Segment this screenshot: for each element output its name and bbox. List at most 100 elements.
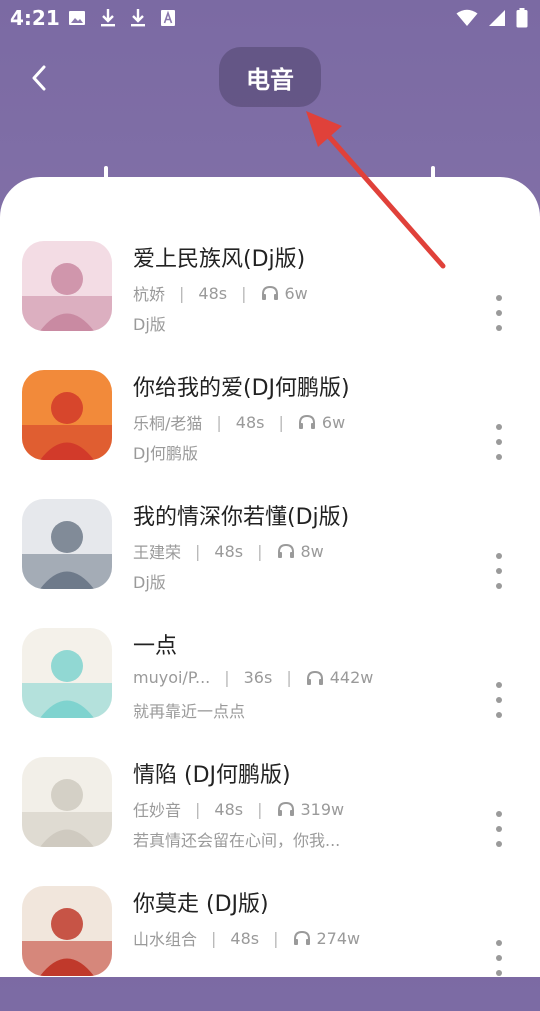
chevron-left-icon: [32, 65, 46, 91]
album-cover[interactable]: [22, 628, 112, 718]
dot: [496, 955, 502, 961]
song-title: 你给我的爱(DJ何鹏版): [133, 376, 350, 401]
dot: [496, 325, 502, 331]
song-duration: 48s: [235, 412, 265, 432]
song-subtitle: Dj版: [133, 573, 166, 592]
page-title: 电音: [219, 47, 321, 107]
song-duration: 36s: [243, 668, 273, 687]
song-item[interactable]: 你莫走 (DJ版) 山水组合 | 48s | 274w: [0, 882, 540, 1011]
dot: [496, 568, 502, 574]
battery-icon: [516, 8, 528, 28]
more-options-button[interactable]: [489, 553, 509, 589]
header: 电音: [0, 38, 540, 118]
album-cover[interactable]: [22, 757, 112, 847]
song-item[interactable]: 你给我的爱(DJ何鹏版) 乐桐/老猫 | 48s | 6w DJ何鹏版: [0, 366, 540, 495]
dot: [496, 454, 502, 460]
song-duration: 48s: [214, 799, 244, 819]
dot: [496, 439, 502, 445]
headphones-icon: [298, 414, 316, 430]
song-title: 你莫走 (DJ版): [133, 892, 269, 917]
meta-separator: |: [241, 283, 247, 303]
dot: [496, 583, 502, 589]
font-a-icon: [161, 10, 175, 26]
song-meta: muyoi/P... | 36s | 442w: [133, 668, 373, 687]
song-artist: 任妙音: [133, 801, 182, 820]
dot: [496, 712, 502, 718]
headphones-icon: [277, 801, 295, 817]
wifi-icon: [456, 9, 478, 26]
more-options-button[interactable]: [489, 940, 509, 976]
song-meta: 任妙音 | 48s | 319w: [133, 797, 344, 821]
song-duration: 48s: [198, 283, 228, 303]
song-plays: 274w: [316, 928, 361, 948]
meta-separator: |: [179, 283, 185, 303]
song-plays: 8w: [300, 541, 324, 561]
meta-separator: |: [195, 799, 201, 819]
more-options-button[interactable]: [489, 424, 509, 460]
song-duration: 48s: [214, 541, 244, 561]
more-options-button[interactable]: [489, 295, 509, 331]
song-subtitle: DJ何鹏版: [133, 444, 199, 463]
album-cover[interactable]: [22, 499, 112, 589]
album-cover[interactable]: [22, 370, 112, 460]
meta-separator: |: [257, 541, 263, 561]
song-subtitle: 就再靠近一点点: [133, 702, 246, 721]
album-cover[interactable]: [22, 241, 112, 331]
song-list: 爱上民族风(Dj版) 杭娇 | 48s | 6w Dj版 你给我的爱(DJ何鹏版…: [0, 237, 540, 1011]
dot: [496, 970, 502, 976]
song-meta: 杭娇 | 48s | 6w: [133, 281, 308, 305]
song-artist: 杭娇: [133, 285, 166, 304]
dot: [496, 811, 502, 817]
dot: [496, 310, 502, 316]
song-plays: 6w: [321, 412, 346, 432]
meta-separator: |: [211, 928, 217, 948]
notification-icons: [68, 8, 176, 28]
dot: [496, 424, 502, 430]
download-icon: [101, 9, 115, 27]
song-plays: 319w: [300, 799, 345, 819]
dot: [496, 553, 502, 559]
dot: [496, 940, 502, 946]
song-artist: 王建荣: [133, 543, 182, 562]
meta-separator: |: [286, 668, 292, 687]
dot: [496, 697, 502, 703]
song-item[interactable]: 爱上民族风(Dj版) 杭娇 | 48s | 6w Dj版: [0, 237, 540, 366]
song-title: 爱上民族风(Dj版): [133, 247, 306, 272]
dot: [496, 826, 502, 832]
meta-separator: |: [273, 928, 279, 948]
song-artist: 乐桐/老猫: [133, 414, 203, 433]
meta-separator: |: [257, 799, 263, 819]
meta-separator: |: [224, 668, 230, 687]
more-options-button[interactable]: [489, 682, 509, 718]
status-time: 4:21: [10, 6, 60, 30]
meta-separator: |: [278, 412, 284, 432]
song-subtitle: Dj版: [133, 315, 166, 334]
dot: [496, 295, 502, 301]
dot: [496, 682, 502, 688]
song-plays: 6w: [284, 283, 308, 303]
signal-icon: [489, 10, 505, 26]
song-artist: 山水组合: [133, 930, 198, 949]
album-cover[interactable]: [22, 886, 112, 976]
headphones-icon: [261, 285, 279, 301]
song-meta: 山水组合 | 48s | 274w: [133, 926, 360, 950]
back-button[interactable]: [24, 58, 54, 98]
song-plays: 442w: [329, 668, 374, 687]
download-icon: [131, 9, 145, 27]
status-bar: 4:21: [0, 0, 540, 38]
system-icons: [456, 8, 528, 28]
song-meta: 乐桐/老猫 | 48s | 6w: [133, 410, 345, 434]
song-item[interactable]: 一点 muyoi/P... | 36s | 442w 就再靠近一点点: [0, 624, 540, 753]
dot: [496, 841, 502, 847]
song-artist: muyoi/P...: [133, 668, 211, 687]
song-title: 情陷 (DJ何鹏版): [133, 763, 291, 788]
song-item[interactable]: 我的情深你若懂(Dj版) 王建荣 | 48s | 8w Dj版: [0, 495, 540, 624]
song-subtitle: 若真情还会留在心间，你我...: [133, 831, 341, 850]
headphones-icon: [306, 670, 324, 686]
song-duration: 48s: [230, 928, 260, 948]
meta-separator: |: [195, 541, 201, 561]
more-options-button[interactable]: [489, 811, 509, 847]
song-meta: 王建荣 | 48s | 8w: [133, 539, 324, 563]
headphones-icon: [293, 930, 311, 946]
song-item[interactable]: 情陷 (DJ何鹏版) 任妙音 | 48s | 319w 若真情还会留在心间，你我…: [0, 753, 540, 882]
